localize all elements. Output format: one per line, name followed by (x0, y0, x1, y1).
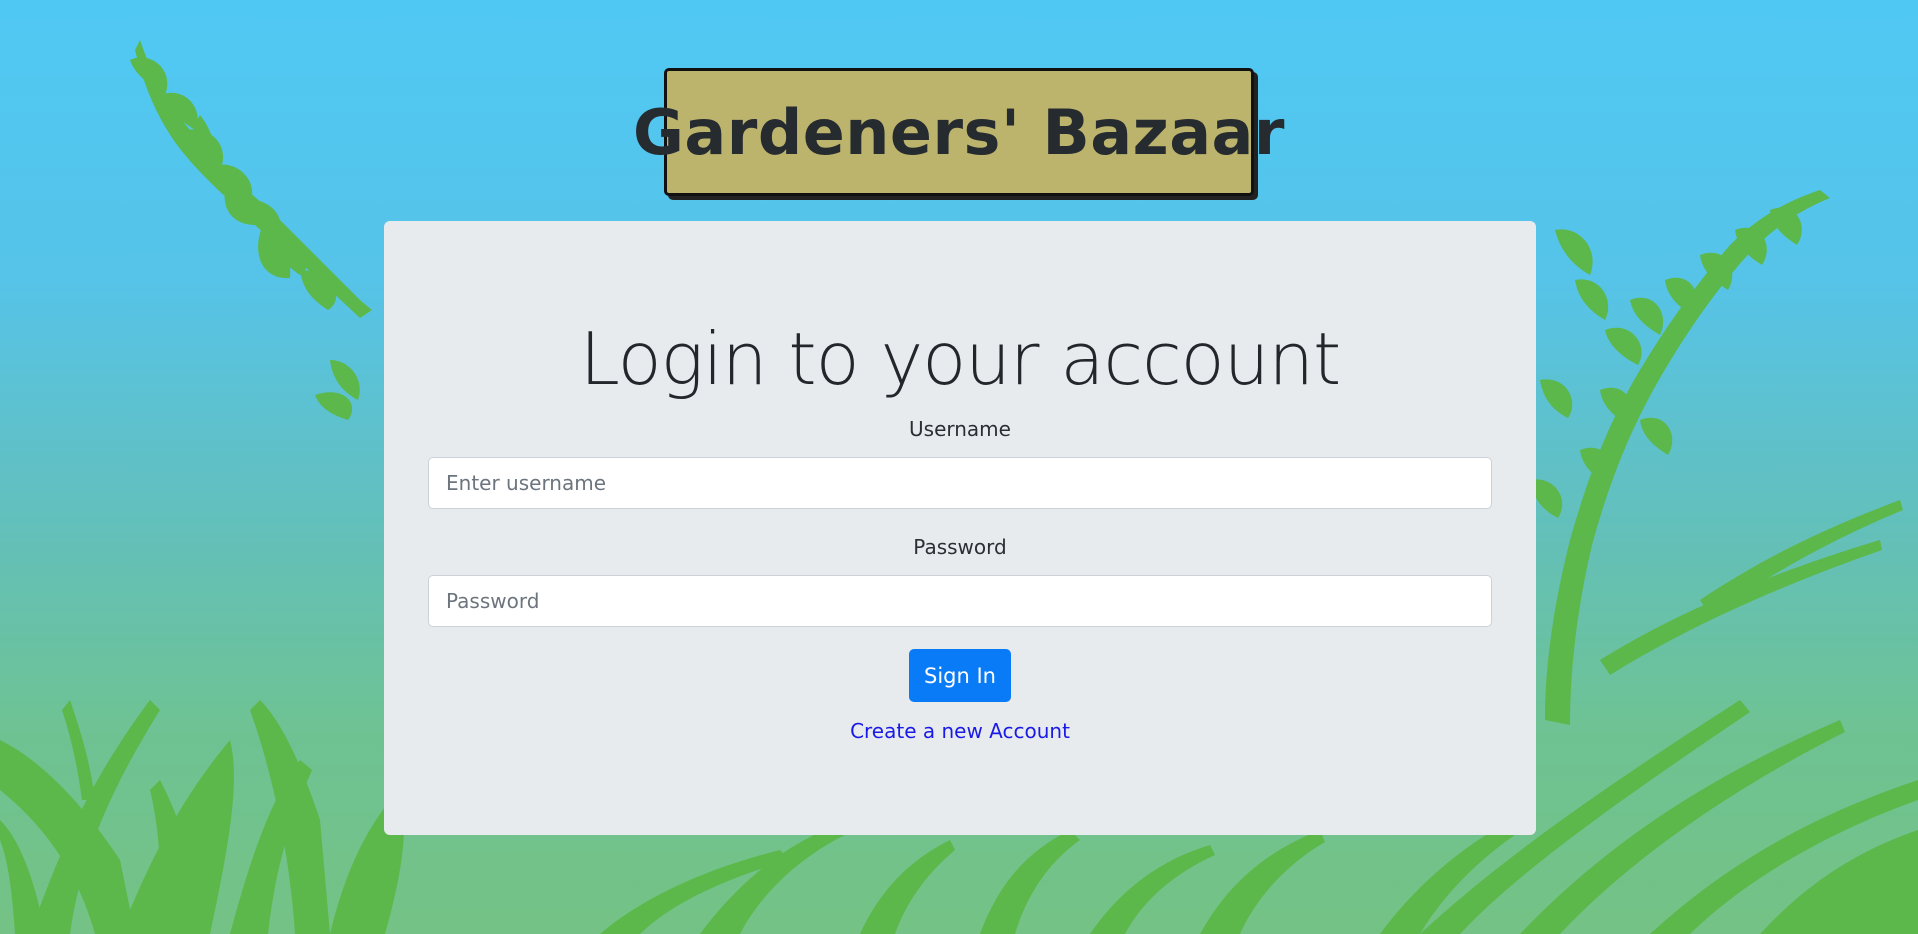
create-account-link[interactable]: Create a new Account (384, 719, 1536, 743)
password-input[interactable] (428, 575, 1492, 627)
sign-in-button[interactable]: Sign In (909, 649, 1011, 702)
brand-logo: Gardeners' Bazaar (633, 68, 1284, 196)
username-label: Username (909, 417, 1011, 441)
username-input[interactable] (428, 457, 1492, 509)
login-card: Login to your account Username Password … (384, 221, 1536, 835)
page-title: Login to your account (579, 317, 1341, 401)
password-label: Password (913, 535, 1007, 559)
brand-title: Gardeners' Bazaar (633, 95, 1285, 169)
